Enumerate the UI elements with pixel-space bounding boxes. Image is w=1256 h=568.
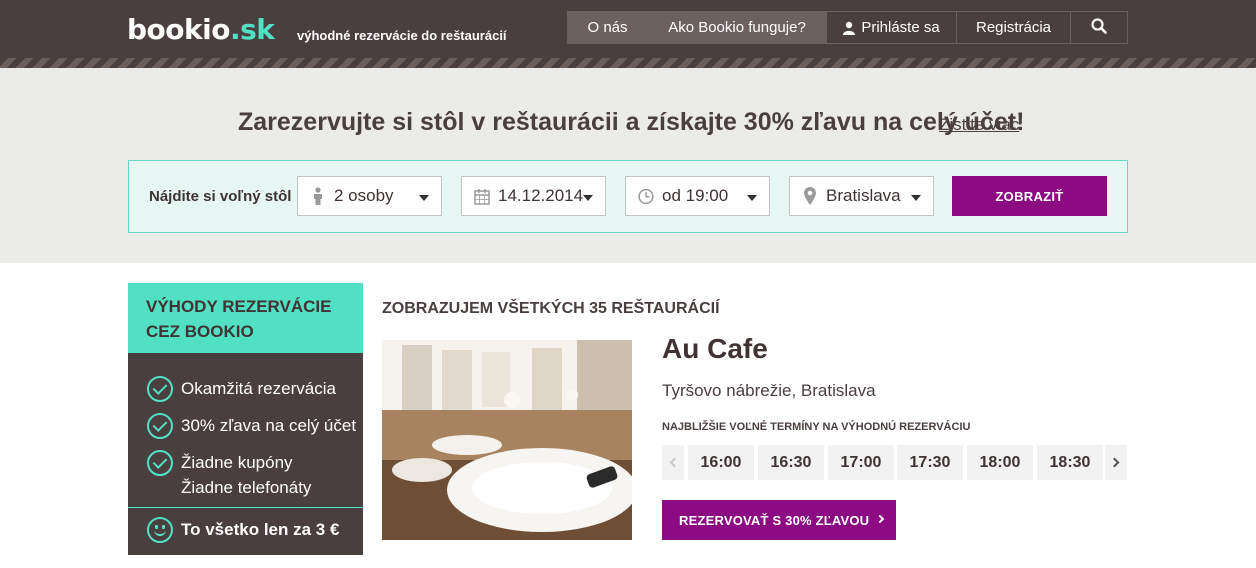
nav-login[interactable]: Prihláste sa: [826, 11, 957, 44]
benefit-item: Žiadne kupóny Žiadne telefonáty: [147, 450, 311, 500]
book-discount-button[interactable]: REZERVOVAŤ S 30% ZĽAVOU: [662, 500, 896, 540]
results-count: Zobrazujem všetkých 35 reštaurácií: [382, 300, 720, 317]
clock-icon: [638, 187, 654, 205]
nav-register-label: Registrácia: [975, 19, 1052, 36]
benefit-item: 30% zľava na celý účet: [147, 413, 356, 439]
time-slot[interactable]: 17:30: [897, 445, 963, 480]
benefit-text-group: Žiadne kupóny Žiadne telefonáty: [181, 450, 311, 500]
search-button[interactable]: [1070, 11, 1128, 44]
restaurant-photo[interactable]: [382, 340, 632, 540]
slots-label: Najbližšie voľné termíny na výhodnú reze…: [662, 421, 971, 433]
benefit-text: 30% zľava na celý účet: [181, 416, 357, 435]
price-text: To všetko len za 3 €: [181, 520, 340, 539]
benefits-heading: Výhody rezervácie cez Bookio: [128, 283, 363, 353]
people-value: 2 osoby: [334, 186, 394, 205]
time-select[interactable]: od 19:00: [625, 176, 770, 216]
date-value: 14.12.2014: [498, 186, 584, 205]
restaurant-name[interactable]: Au Cafe: [662, 333, 768, 365]
book-button-label: REZERVOVAŤ S 30% ZĽAVOU: [679, 512, 870, 528]
nav-register[interactable]: Registrácia: [956, 11, 1071, 44]
chevron-left-icon: [669, 457, 680, 468]
search-icon: [1091, 17, 1107, 38]
smile-icon: [147, 517, 173, 543]
benefit-text: Okamžitá rezervácia: [181, 379, 336, 398]
check-circle-icon: [147, 413, 173, 439]
nav-login-label: Prihláste sa: [861, 19, 940, 36]
calendar-icon: [474, 187, 490, 205]
benefit-item: Okamžitá rezervácia: [147, 376, 336, 402]
person-icon: [310, 187, 326, 205]
time-slot[interactable]: 16:30: [758, 445, 824, 480]
nav-about-label: O nás: [587, 19, 628, 36]
logo[interactable]: bookio.sk: [127, 12, 275, 48]
hero-title: Zarezervujte si stôl v reštaurácii a zís…: [238, 108, 1025, 136]
chevron-down-icon: [583, 195, 593, 201]
check-circle-icon: [147, 450, 173, 476]
time-slot[interactable]: 18:00: [967, 445, 1033, 480]
user-icon: [843, 21, 856, 35]
benefit-text: Žiadne telefonáty: [181, 478, 312, 497]
nav-how-it-works[interactable]: Ako Bookio funguje?: [647, 11, 827, 44]
time-slot[interactable]: 16:00: [688, 445, 754, 480]
chevron-down-icon: [911, 195, 921, 201]
tagline: výhodné rezervácie do reštaurácií: [297, 28, 507, 43]
slots-next-button[interactable]: [1105, 445, 1127, 480]
nav-how-label: Ako Bookio funguje?: [668, 19, 806, 36]
search-label: Nájdite si voľný stôl: [149, 188, 292, 205]
city-value: Bratislava: [826, 186, 901, 205]
restaurant-address: Tyršovo nábrežie, Bratislava: [662, 381, 876, 400]
sidebar-divider: [128, 507, 363, 508]
time-slot[interactable]: 17:00: [828, 445, 894, 480]
location-pin-icon: [802, 187, 818, 205]
chevron-down-icon: [419, 195, 429, 201]
show-button[interactable]: ZOBRAZIŤ: [952, 176, 1107, 216]
time-slot[interactable]: 18:30: [1037, 445, 1103, 480]
people-select[interactable]: 2 osoby: [297, 176, 442, 216]
hero-more-link[interactable]: Zistite viac: [939, 115, 1019, 135]
slots-prev-button[interactable]: [662, 445, 684, 480]
check-circle-icon: [147, 376, 173, 402]
logo-domain: .sk: [229, 13, 275, 46]
city-select[interactable]: Bratislava: [789, 176, 934, 216]
logo-main: bookio: [127, 13, 230, 46]
header-stripe: [0, 58, 1256, 68]
price-note: To všetko len za 3 €: [147, 517, 339, 543]
chevron-right-icon: [1109, 457, 1120, 468]
date-select[interactable]: 14.12.2014: [461, 176, 606, 216]
chevron-down-icon: [747, 195, 757, 201]
time-value: od 19:00: [662, 186, 729, 205]
benefit-text: Žiadne kupóny: [181, 453, 293, 472]
chevron-right-icon: [875, 514, 885, 524]
nav-about[interactable]: O nás: [567, 11, 648, 44]
